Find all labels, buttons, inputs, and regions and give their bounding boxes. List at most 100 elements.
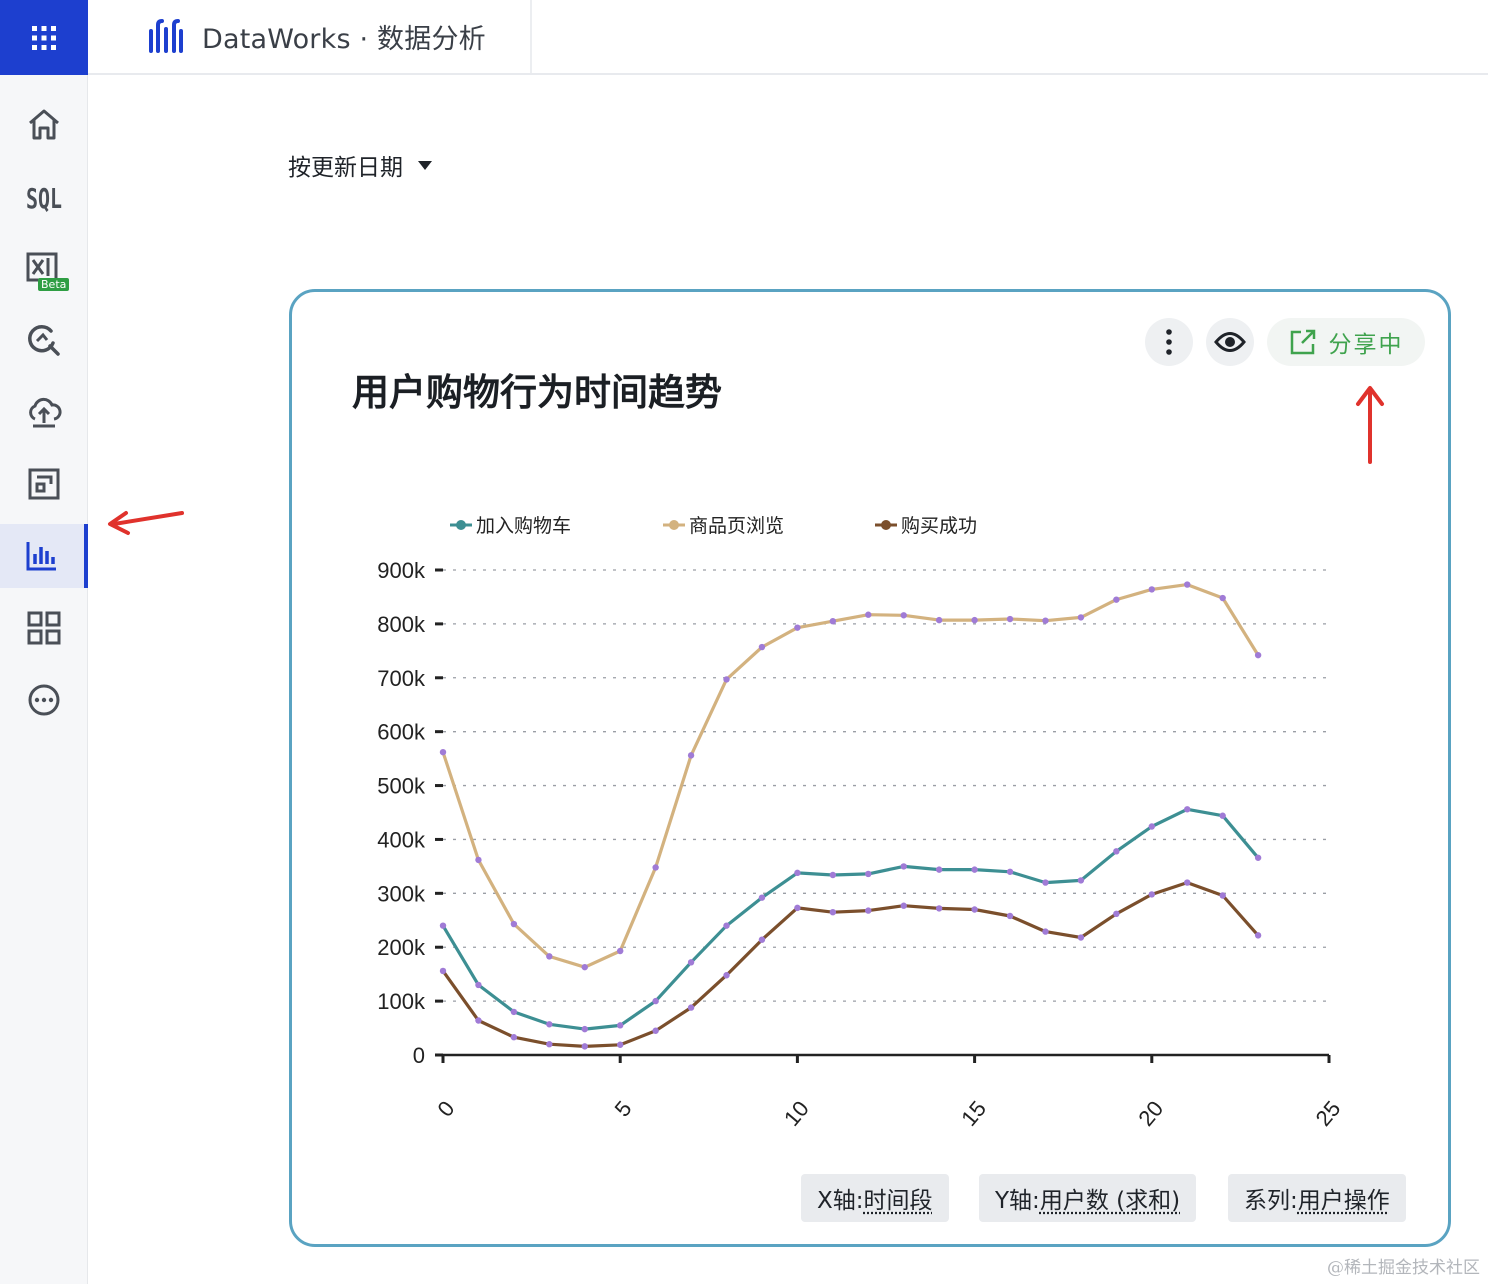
series-chip[interactable]: 系列: 用户操作	[1228, 1174, 1406, 1222]
analysis-icon	[28, 324, 60, 356]
data-point	[900, 902, 907, 909]
sidebar-item-analysis[interactable]	[0, 308, 88, 372]
data-point	[652, 864, 659, 871]
header-divider	[530, 0, 532, 73]
data-point	[581, 1043, 588, 1050]
data-point	[935, 866, 943, 873]
data-point	[617, 1022, 624, 1029]
data-point	[510, 920, 518, 928]
top-bar: DataWorks · 数据分析	[0, 0, 1488, 75]
x-tick-label: 25	[1311, 1096, 1346, 1131]
sidebar-item-sql[interactable]: SQL	[0, 164, 88, 228]
data-point	[510, 1008, 518, 1016]
data-point	[475, 1017, 482, 1024]
data-point	[900, 612, 907, 619]
data-point	[687, 1004, 695, 1011]
sidebar-item-apps[interactable]	[0, 596, 88, 660]
data-point	[546, 1041, 553, 1048]
sidebar-item-dashboard[interactable]	[0, 452, 88, 516]
data-point	[829, 871, 837, 879]
bar-chart-icon	[26, 542, 56, 571]
data-point	[1113, 910, 1120, 918]
data-point	[1148, 586, 1155, 593]
data-point	[865, 870, 872, 878]
sidebar-item-more[interactable]	[0, 668, 88, 732]
upload-cloud-icon	[29, 397, 62, 428]
app-launcher-button[interactable]	[0, 0, 88, 75]
y-tick-label: 0	[413, 1043, 425, 1068]
x-axis-chip[interactable]: X轴: 时间段	[801, 1174, 949, 1222]
data-point	[475, 981, 482, 989]
x-tick-label: 0	[432, 1096, 459, 1121]
data-point	[971, 866, 978, 873]
legend-label: 购买成功	[901, 515, 977, 537]
data-point	[971, 616, 978, 624]
dashboard-icon	[28, 468, 60, 500]
x-tick-label: 20	[1133, 1096, 1168, 1131]
sidebar: SQL Beta	[0, 75, 88, 1284]
annotation-arrow-up-icon	[1356, 386, 1384, 464]
data-point	[865, 907, 872, 914]
legend-swatch-dot	[881, 520, 891, 530]
data-point	[1042, 879, 1049, 886]
data-point	[1042, 617, 1049, 624]
data-point	[581, 1025, 588, 1033]
data-point	[758, 936, 766, 943]
y-tick-label: 600k	[377, 720, 426, 745]
data-point	[971, 906, 978, 913]
x-axis-chip-prefix: X轴:	[817, 1188, 864, 1214]
svg-text:SQL: SQL	[26, 182, 62, 214]
data-point	[546, 1021, 553, 1028]
app-title: DataWorks · 数据分析	[202, 24, 486, 55]
y-tick-label: 900k	[377, 558, 426, 583]
x-axis-chip-value: 时间段	[863, 1188, 933, 1214]
chart-card[interactable]: 用户购物行为时间趋势 分享中 0 100k 200k 300k 400k 500k 600k…	[289, 289, 1451, 1247]
data-point	[829, 908, 837, 916]
data-point	[758, 643, 766, 651]
y-tick-label: 500k	[377, 774, 426, 799]
data-point	[1184, 879, 1191, 886]
data-point	[687, 752, 695, 759]
sort-dropdown[interactable]: 按更新日期	[288, 148, 433, 182]
sidebar-item-home[interactable]	[0, 92, 88, 156]
sidebar-item-upload[interactable]	[0, 380, 88, 444]
series-chip-value: 用户操作	[1297, 1188, 1390, 1214]
data-point	[1254, 651, 1262, 659]
watermark: @稀土掘金技术社区	[1327, 1258, 1480, 1278]
data-point	[935, 905, 943, 912]
series-chip-prefix: 系列:	[1244, 1188, 1298, 1214]
data-point	[794, 624, 801, 631]
data-point	[581, 963, 588, 971]
sidebar-item-excel[interactable]: Beta	[0, 236, 88, 300]
x-tick-label: 5	[610, 1096, 637, 1121]
data-point	[1219, 892, 1226, 899]
data-point	[652, 1027, 659, 1034]
data-point	[1219, 594, 1226, 602]
dataworks-logo-icon	[149, 18, 183, 53]
data-point	[510, 1034, 518, 1041]
y-axis-chip-prefix: Y轴:	[995, 1188, 1040, 1214]
sidebar-item-charts[interactable]	[0, 524, 88, 588]
y-tick-label: 100k	[377, 989, 426, 1014]
y-axis-chip[interactable]: Y轴: 用户数 (求和)	[979, 1174, 1197, 1222]
data-point	[475, 856, 482, 864]
data-point	[439, 967, 447, 975]
data-point	[1184, 806, 1191, 813]
data-point	[758, 894, 766, 901]
data-point	[1254, 854, 1262, 861]
data-point	[723, 676, 730, 683]
data-point	[723, 972, 730, 979]
brand[interactable]: DataWorks · 数据分析	[146, 0, 486, 73]
data-point	[1113, 596, 1120, 603]
home-icon	[29, 109, 59, 140]
data-point	[900, 863, 907, 870]
data-point	[829, 617, 837, 625]
data-point	[439, 922, 447, 929]
data-point	[439, 748, 447, 756]
data-point	[617, 947, 624, 955]
data-point	[935, 616, 943, 624]
data-point	[1006, 912, 1014, 920]
data-point	[1077, 614, 1085, 621]
data-point	[1219, 812, 1226, 819]
legend-swatch-dot	[669, 520, 679, 530]
